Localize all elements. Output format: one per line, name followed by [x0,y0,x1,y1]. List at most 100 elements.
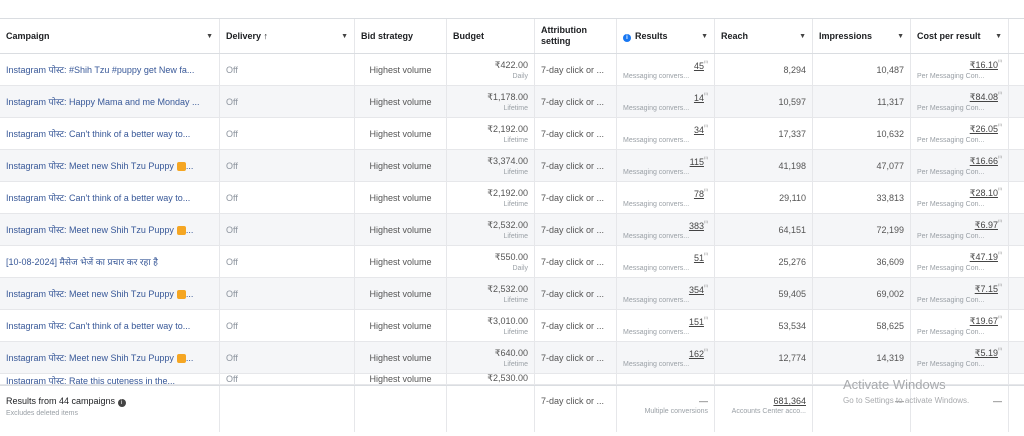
table-row[interactable]: Instagram पोस्ट: Can't think of a better… [0,310,1024,342]
impressions-cell: 33,813 [813,182,911,213]
budget-cell[interactable]: ₹3,010.00 Lifetime [447,310,535,341]
campaign-name-link[interactable]: Instagram पोस्ट: Can't think of a better… [6,191,213,204]
chevron-down-icon[interactable]: ▼ [995,33,1002,40]
campaign-cell[interactable]: Instagram पोस्ट: Meet new Shih Tzu Puppy… [0,150,220,181]
bid-cell: Highest volume [355,150,447,181]
attribution-cell: 7-day click or ... [535,86,617,117]
bid-cell: Highest volume [355,214,447,245]
dog-emoji-icon [176,162,186,172]
delivery-cell: Off [220,374,355,384]
col-extra-header[interactable] [1009,19,1024,53]
info-icon[interactable]: i [623,33,631,42]
info-icon: ⁽ⁱ⁾ [997,284,1002,290]
budget-cell[interactable]: ₹2,192.00 Lifetime [447,118,535,149]
budget-cell[interactable]: ₹640.00 Lifetime [447,342,535,373]
chevron-down-icon[interactable]: ▼ [799,33,806,40]
results-cell: 51⁽ⁱ⁾ Messaging convers... [617,246,715,277]
campaign-cell[interactable]: Instagram पोस्ट: Rate this cuteness in t… [0,374,220,384]
col-cpr-header[interactable]: Cost per result ▼ [911,19,1009,53]
col-attr-header[interactable]: Attribution setting [535,19,617,53]
col-budget-header[interactable]: Budget [447,19,535,53]
delivery-cell: Off [220,246,355,277]
table-row[interactable]: Instagram पोस्ट: Meet new Shih Tzu Puppy… [0,150,1024,182]
col-impr-header[interactable]: Impressions ▼ [813,19,911,53]
campaign-name-link[interactable]: Instagram पोस्ट: Happy Mama and me Monda… [6,95,213,108]
campaign-name-link[interactable]: Instagram पोस्ट: #Shih Tzu #puppy get Ne… [6,63,213,76]
footer-impr: — [813,386,911,432]
budget-cell[interactable]: ₹3,374.00 Lifetime [447,150,535,181]
campaign-cell[interactable]: Instagram पोस्ट: Can't think of a better… [0,182,220,213]
delivery-cell: Off [220,278,355,309]
campaign-name-link[interactable]: Instagram पोस्ट: Meet new Shih Tzu Puppy… [6,287,213,300]
budget-cell[interactable]: ₹2,532.00 Lifetime [447,214,535,245]
col-campaign-header[interactable]: Campaign ▼ [0,19,220,53]
campaign-cell[interactable]: Instagram पोस्ट: Meet new Shih Tzu Puppy… [0,342,220,373]
info-icon: ⁽ⁱ⁾ [997,220,1002,226]
impressions-cell: 72,199 [813,214,911,245]
campaign-name-link[interactable]: [10-08-2024] मैसेज भेजें का प्रचार कर रह… [6,255,213,268]
budget-cell[interactable]: ₹2,530.00 [447,374,535,384]
table-row[interactable]: Instagram पोस्ट: Meet new Shih Tzu Puppy… [0,214,1024,246]
reach-cell: 17,337 [715,118,813,149]
info-icon: ⁽ⁱ⁾ [703,220,708,227]
budget-cell[interactable]: ₹1,178.00 Lifetime [447,86,535,117]
table-row[interactable]: Instagram पोस्ट: #Shih Tzu #puppy get Ne… [0,54,1024,86]
campaign-name-link[interactable]: Instagram पोस्ट: Can't think of a better… [6,127,213,140]
col-bid-header[interactable]: Bid strategy [355,19,447,53]
budget-cell[interactable]: ₹550.00 Daily [447,246,535,277]
table-row[interactable]: Instagram पोस्ट: Can't think of a better… [0,182,1024,214]
info-icon[interactable]: i [117,399,126,407]
campaign-name-link[interactable]: Instagram पोस्ट: Can't think of a better… [6,319,213,332]
col-results-header[interactable]: i Results ▼ [617,19,715,53]
cost-per-result-cell: ₹84.08⁽ⁱ⁾ Per Messaging Con... [911,86,1009,117]
col-reach-header[interactable]: Reach ▼ [715,19,813,53]
budget-cell[interactable]: ₹2,532.00 Lifetime [447,278,535,309]
reach-cell: 8,294 [715,54,813,85]
delivery-cell: Off [220,86,355,117]
budget-cell[interactable]: ₹422.00 Daily [447,54,535,85]
budget-cell[interactable]: ₹2,192.00 Lifetime [447,182,535,213]
footer-attr: 7-day click or ... [535,386,617,432]
campaign-name-link[interactable]: Instagram पोस्ट: Meet new Shih Tzu Puppy… [6,351,213,364]
reach-cell: 53,534 [715,310,813,341]
results-cell: 115⁽ⁱ⁾ Messaging convers... [617,150,715,181]
campaign-cell[interactable]: Instagram पोस्ट: Can't think of a better… [0,310,220,341]
campaign-name-link[interactable]: Instagram पोस्ट: Rate this cuteness in t… [6,374,213,384]
info-icon: ⁽ⁱ⁾ [703,188,708,195]
chevron-down-icon[interactable]: ▼ [897,33,904,40]
info-icon: ⁽ⁱ⁾ [997,252,1002,258]
campaign-name-link[interactable]: Instagram पोस्ट: Meet new Shih Tzu Puppy… [6,159,213,172]
col-attr-label: Attribution setting [541,25,587,46]
info-icon: ⁽ⁱ⁾ [703,348,708,355]
chevron-down-icon[interactable]: ▼ [206,33,213,40]
campaign-cell[interactable]: [10-08-2024] मैसेज भेजें का प्रचार कर रह… [0,246,220,277]
table-row[interactable]: Instagram पोस्ट: Happy Mama and me Monda… [0,86,1024,118]
table-row[interactable]: Instagram पोस्ट: Meet new Shih Tzu Puppy… [0,278,1024,310]
info-icon: ⁽ⁱ⁾ [997,188,1002,194]
bid-cell: Highest volume [355,54,447,85]
reach-cell [715,374,813,384]
table-row[interactable]: Instagram पोस्ट: Can't think of a better… [0,118,1024,150]
campaign-cell[interactable]: Instagram पोस्ट: Happy Mama and me Monda… [0,86,220,117]
table-row[interactable]: Instagram पोस्ट: Meet new Shih Tzu Puppy… [0,342,1024,374]
cost-per-result-cell: ₹47.19⁽ⁱ⁾ Per Messaging Con... [911,246,1009,277]
campaign-cell[interactable]: Instagram पोस्ट: Meet new Shih Tzu Puppy… [0,278,220,309]
attribution-cell: 7-day click or ... [535,182,617,213]
campaign-cell[interactable]: Instagram पोस्ट: Can't think of a better… [0,118,220,149]
col-bid-label: Bid strategy [361,31,414,41]
campaign-cell[interactable]: Instagram पोस्ट: #Shih Tzu #puppy get Ne… [0,54,220,85]
col-delivery-header[interactable]: Delivery ↑ ▼ [220,19,355,53]
table-row[interactable]: [10-08-2024] मैसेज भेजें का प्रचार कर रह… [0,246,1024,278]
chevron-down-icon[interactable]: ▼ [701,33,708,40]
results-cell [617,374,715,384]
footer-title: Results from 44 campaigns [6,396,116,406]
cost-per-result-cell: ₹16.10⁽ⁱ⁾ Per Messaging Con... [911,54,1009,85]
chevron-down-icon[interactable]: ▼ [341,33,348,40]
attribution-cell: 7-day click or ... [535,150,617,181]
info-icon: ⁽ⁱ⁾ [703,316,708,323]
delivery-cell: Off [220,118,355,149]
campaign-cell[interactable]: Instagram पोस्ट: Meet new Shih Tzu Puppy… [0,214,220,245]
footer-reach: 681,364 Accounts Center acco... [715,386,813,432]
campaign-name-link[interactable]: Instagram पोस्ट: Meet new Shih Tzu Puppy… [6,223,213,236]
impressions-cell: 69,002 [813,278,911,309]
